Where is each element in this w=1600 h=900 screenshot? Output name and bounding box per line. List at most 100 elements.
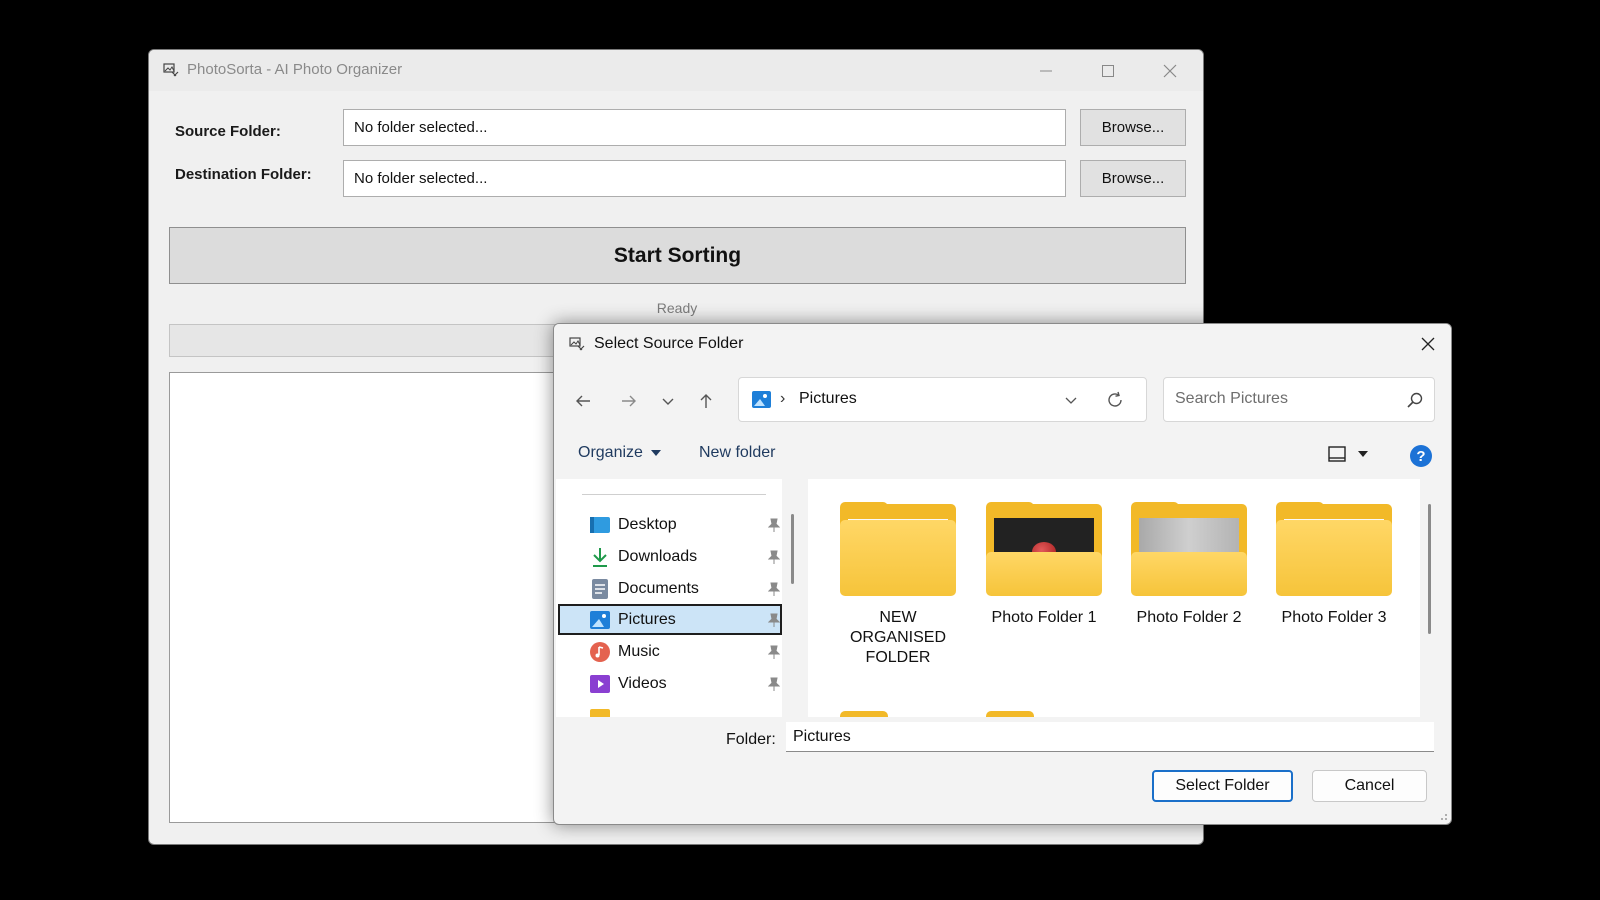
nav-label: Videos <box>618 674 667 692</box>
pin-icon <box>768 645 780 659</box>
caret-down-icon <box>1358 451 1368 457</box>
pane-view-icon <box>1328 446 1346 462</box>
folder-name: Photo Folder 3 <box>1281 609 1387 626</box>
nav-item-partial[interactable] <box>558 699 782 717</box>
select-folder-dialog: Select Source Folder › Pictures Search P… <box>553 323 1452 825</box>
source-browse-button[interactable]: Browse... <box>1080 109 1186 146</box>
folder-tile[interactable]: Photo Folder 2 <box>1124 502 1254 628</box>
folder-tile[interactable]: Photo Folder 1 <box>979 502 1109 628</box>
folder-name: Photo Folder 2 <box>1136 609 1242 626</box>
view-options-button[interactable] <box>1328 446 1368 462</box>
nav-label: Music <box>618 642 660 660</box>
organize-menu[interactable]: Organize <box>578 444 661 462</box>
status-text: Ready <box>656 300 698 316</box>
nav-label: Documents <box>618 579 699 597</box>
search-icon <box>1407 392 1423 408</box>
forward-button[interactable] <box>613 384 645 418</box>
source-folder-label: Source Folder: <box>175 123 281 140</box>
pin-icon <box>768 613 780 627</box>
close-icon <box>1421 337 1435 351</box>
maximize-button[interactable] <box>1077 50 1139 91</box>
nav-item-music[interactable]: Music <box>558 636 782 667</box>
close-button[interactable] <box>1139 50 1201 91</box>
select-folder-button[interactable]: Select Folder <box>1152 770 1293 802</box>
pin-icon <box>768 550 780 564</box>
nav-item-desktop[interactable]: Desktop <box>558 509 782 540</box>
folder-icon <box>1131 502 1247 596</box>
address-bar[interactable]: › Pictures <box>738 377 1147 422</box>
music-icon <box>590 641 610 662</box>
chevron-down-icon <box>662 398 674 405</box>
refresh-icon <box>1108 391 1122 407</box>
minimize-icon <box>1040 70 1052 71</box>
arrow-right-icon <box>622 395 636 407</box>
dialog-title: Select Source Folder <box>594 335 744 352</box>
dialog-close-button[interactable] <box>1405 324 1451 364</box>
dialog-titlebar[interactable]: Select Source Folder <box>554 324 1451 364</box>
content-scrollbar[interactable] <box>1428 504 1431 634</box>
dialog-app-icon <box>569 337 585 351</box>
app-icon <box>163 63 179 77</box>
pin-icon <box>768 518 780 532</box>
nav-label: Downloads <box>618 547 698 565</box>
nav-scrollbar[interactable] <box>791 514 794 584</box>
organize-label: Organize <box>578 444 643 461</box>
help-icon[interactable]: ? <box>1410 445 1432 467</box>
folder-icon <box>590 705 610 717</box>
back-button[interactable] <box>567 384 599 418</box>
resize-grip-icon[interactable] <box>1438 811 1448 821</box>
nav-item-videos[interactable]: Videos <box>558 668 782 699</box>
cancel-button[interactable]: Cancel <box>1312 770 1427 802</box>
folder-icon <box>986 502 1102 596</box>
chevron-down-icon <box>1065 397 1077 404</box>
source-folder-field[interactable]: No folder selected... <box>343 109 1066 146</box>
nav-item-documents[interactable]: Documents <box>558 573 782 604</box>
desktop-icon <box>590 515 610 535</box>
new-folder-button[interactable]: New folder <box>699 444 775 462</box>
folder-icon <box>840 502 956 596</box>
folder-name: Photo Folder 1 <box>991 609 1097 626</box>
documents-icon <box>590 578 610 599</box>
nav-divider <box>582 494 766 495</box>
folder-tile[interactable]: NEW ORGANISED FOLDER <box>833 502 963 668</box>
pin-icon <box>768 677 780 691</box>
pictures-icon <box>752 391 771 408</box>
destination-browse-button[interactable]: Browse... <box>1080 160 1186 197</box>
destination-folder-label: Destination Folder: <box>175 166 312 183</box>
nav-item-pictures[interactable]: Pictures <box>558 604 782 635</box>
arrow-up-icon <box>700 394 712 408</box>
arrow-left-icon <box>576 395 590 407</box>
up-button[interactable] <box>690 384 722 418</box>
search-input[interactable]: Search Pictures <box>1175 390 1288 408</box>
destination-folder-field[interactable]: No folder selected... <box>343 160 1066 197</box>
search-box[interactable]: Search Pictures <box>1163 377 1435 422</box>
address-history-button[interactable] <box>1061 390 1081 410</box>
videos-icon <box>590 674 610 694</box>
refresh-button[interactable] <box>1104 389 1126 411</box>
folder-icon <box>1276 502 1392 596</box>
maximize-icon <box>1102 64 1114 77</box>
caret-down-icon <box>650 450 661 456</box>
breadcrumb-separator-icon: › <box>780 390 786 407</box>
pictures-icon <box>590 610 610 630</box>
download-icon <box>590 547 610 567</box>
nav-label: Desktop <box>618 515 677 533</box>
recent-locations-button[interactable] <box>652 384 684 418</box>
folder-tile-partial[interactable] <box>986 711 1102 717</box>
nav-item-downloads[interactable]: Downloads <box>558 541 782 572</box>
folder-field-label: Folder: <box>726 731 776 748</box>
navigation-pane[interactable]: Desktop Downloads Documents Pictures Mus… <box>556 479 782 717</box>
close-icon <box>1163 64 1177 77</box>
folder-name: NEW ORGANISED FOLDER <box>849 609 946 666</box>
folder-name-input[interactable]: Pictures <box>786 722 1434 752</box>
app-titlebar[interactable]: PhotoSorta - AI Photo Organizer <box>149 50 1203 91</box>
start-sorting-button[interactable]: Start Sorting <box>169 227 1186 284</box>
folder-tile-partial[interactable] <box>840 711 956 717</box>
app-title: PhotoSorta - AI Photo Organizer <box>187 61 403 78</box>
folder-tile[interactable]: Photo Folder 3 <box>1269 502 1399 628</box>
folder-content-pane[interactable]: NEW ORGANISED FOLDER Photo Folder 1 Phot… <box>808 479 1420 717</box>
nav-label: Pictures <box>618 610 676 628</box>
pin-icon <box>768 582 780 596</box>
minimize-button[interactable] <box>1015 50 1077 91</box>
address-path[interactable]: Pictures <box>799 390 857 408</box>
